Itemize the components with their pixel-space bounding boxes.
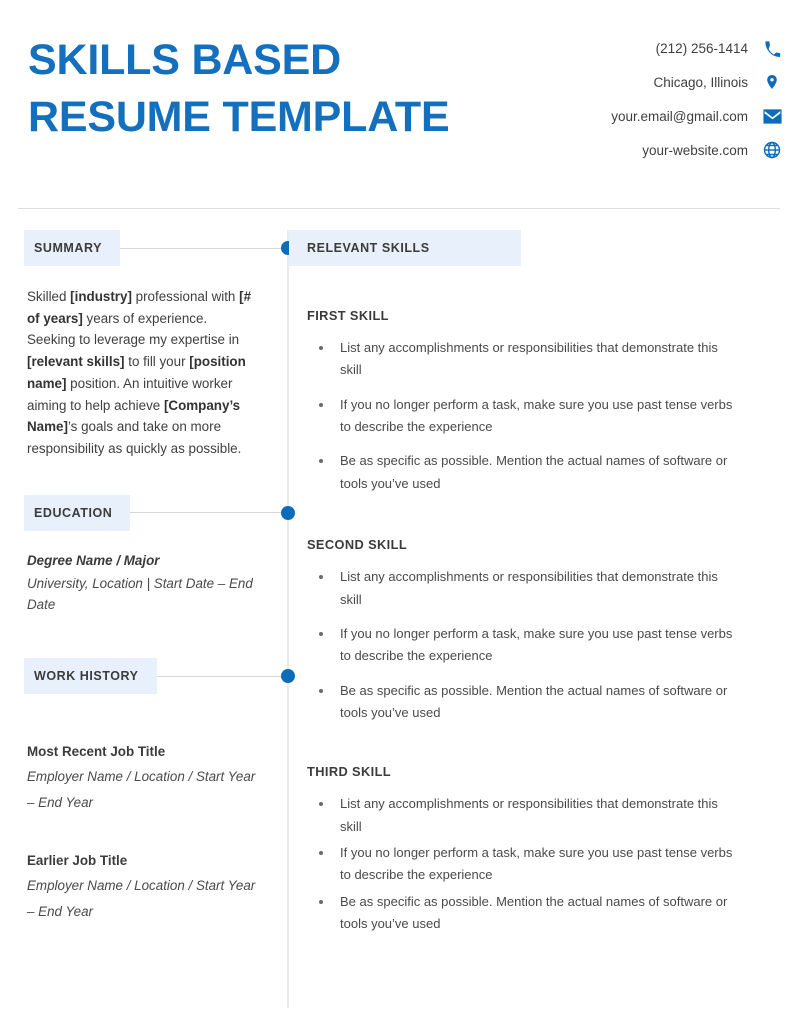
skill-bullet: Be as specific as possible. Mention the … bbox=[307, 680, 740, 725]
relevant-skills-heading: RELEVANT SKILLS bbox=[307, 241, 430, 255]
skill-bullet-list: List any accomplishments or responsibili… bbox=[307, 566, 800, 724]
skill-bullet: If you no longer perform a task, make su… bbox=[307, 394, 740, 439]
job-subtitle: Employer Name / Location / Start Year – … bbox=[27, 877, 256, 919]
globe-icon bbox=[762, 140, 782, 160]
skill-bullet: Be as specific as possible. Mention the … bbox=[307, 891, 740, 936]
contact-row-phone: (212) 256-1414 bbox=[611, 38, 782, 58]
education-entry-title: Degree Name / Major bbox=[27, 552, 160, 568]
work-history-entry: Earlier Job Title Employer Name / Locati… bbox=[27, 851, 257, 925]
phone-icon bbox=[762, 38, 782, 58]
work-history-chip: WORK HISTORY bbox=[24, 658, 157, 695]
page-title: SKILLS BASED RESUME TEMPLATE bbox=[28, 32, 450, 146]
skill-bullet: If you no longer perform a task, make su… bbox=[307, 842, 740, 887]
resume-header: SKILLS BASED RESUME TEMPLATE (212) 256-1… bbox=[0, 0, 800, 209]
work-history-body: Most Recent Job Title Employer Name / Lo… bbox=[0, 742, 287, 925]
skill-bullet-list: List any accomplishments or responsibili… bbox=[307, 337, 800, 495]
job-title: Earlier Job Title bbox=[27, 852, 128, 868]
location-pin-icon bbox=[762, 72, 782, 92]
section-header-education: EDUCATION bbox=[0, 494, 295, 531]
work-history-connector-line bbox=[156, 675, 287, 677]
skill-title: THIRD SKILL bbox=[307, 764, 392, 780]
skill-title: SECOND SKILL bbox=[307, 537, 408, 553]
title-line-2: RESUME TEMPLATE bbox=[28, 92, 450, 141]
skill-block: THIRD SKILL List any accomplishments or … bbox=[289, 764, 800, 935]
education-entry-subtitle: University, Location | Start Date – End … bbox=[27, 575, 253, 613]
education-connector-line bbox=[130, 512, 287, 514]
education-chip: EDUCATION bbox=[24, 494, 131, 531]
summary-chip: SUMMARY bbox=[24, 230, 120, 266]
left-column: SUMMARY Skilled [industry] professional … bbox=[0, 208, 295, 925]
education-heading: EDUCATION bbox=[34, 505, 113, 520]
resume-body: SUMMARY Skilled [industry] professional … bbox=[0, 208, 800, 1035]
skill-block: FIRST SKILL List any accomplishments or … bbox=[289, 308, 800, 495]
envelope-icon bbox=[762, 106, 782, 126]
skill-bullet: Be as specific as possible. Mention the … bbox=[307, 450, 740, 495]
job-title: Most Recent Job Title bbox=[27, 744, 166, 760]
skill-bullet: If you no longer perform a task, make su… bbox=[307, 623, 740, 668]
skill-bullet: List any accomplishments or responsibili… bbox=[307, 793, 740, 838]
education-entry: Degree Name / Major University, Location… bbox=[27, 551, 257, 617]
work-history-entry: Most Recent Job Title Employer Name / Lo… bbox=[27, 742, 257, 816]
job-subtitle: Employer Name / Location / Start Year – … bbox=[27, 769, 256, 811]
contact-location-text: Chicago, Illinois bbox=[653, 74, 748, 90]
summary-body: Skilled [industry] professional with [# … bbox=[0, 286, 287, 460]
education-body: Degree Name / Major University, Location… bbox=[0, 551, 287, 617]
section-header-work-history: WORK HISTORY bbox=[0, 658, 295, 695]
skill-bullet-list: List any accomplishments or responsibili… bbox=[307, 793, 800, 935]
skill-block: SECOND SKILL List any accomplishments or… bbox=[289, 537, 800, 724]
contact-website-text: your-website.com bbox=[642, 142, 748, 158]
skill-title: FIRST SKILL bbox=[307, 308, 389, 323]
summary-paragraph: Skilled [industry] professional with [# … bbox=[27, 289, 252, 456]
skill-bullet: List any accomplishments or responsibili… bbox=[307, 337, 740, 382]
contact-row-email: your.email@gmail.com bbox=[611, 106, 782, 126]
skill-bullet: List any accomplishments or responsibili… bbox=[307, 566, 740, 611]
contact-row-website: your-website.com bbox=[611, 140, 782, 160]
contact-phone-text: (212) 256-1414 bbox=[655, 40, 748, 56]
relevant-skills-chip: RELEVANT SKILLS bbox=[289, 230, 521, 266]
section-header-summary: SUMMARY bbox=[0, 230, 295, 266]
contact-list: (212) 256-1414 Chicago, Illinois your.em… bbox=[611, 38, 782, 160]
contact-row-location: Chicago, Illinois bbox=[611, 72, 782, 92]
contact-email-text: your.email@gmail.com bbox=[611, 108, 748, 124]
summary-connector-line bbox=[119, 247, 287, 249]
title-line-1: SKILLS BASED bbox=[28, 36, 341, 84]
right-column: RELEVANT SKILLS FIRST SKILL List any acc… bbox=[289, 208, 800, 939]
summary-heading: SUMMARY bbox=[34, 241, 102, 255]
work-history-heading: WORK HISTORY bbox=[34, 669, 139, 684]
